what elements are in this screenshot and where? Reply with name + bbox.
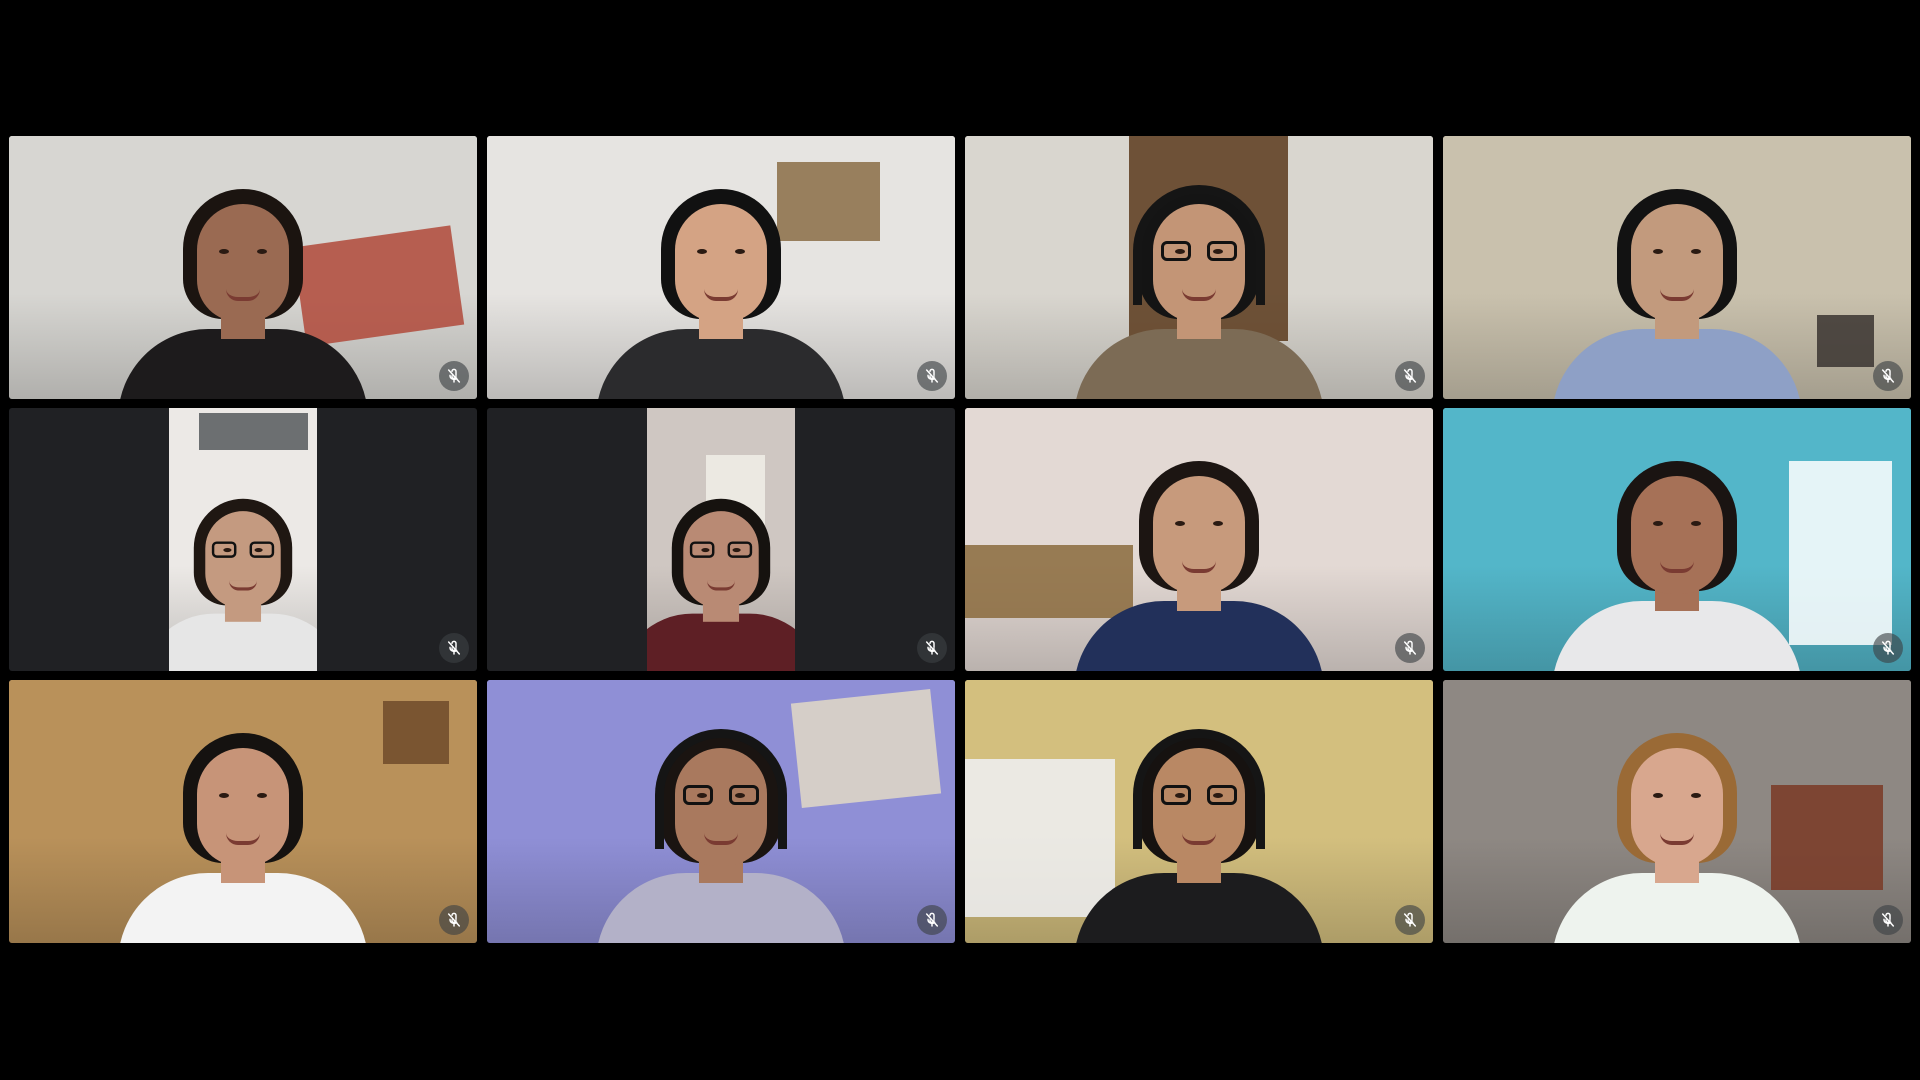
mic-off-icon [439,361,469,391]
glasses-icon [1161,785,1237,807]
participant-shirt [118,873,368,943]
mic-off-icon [1395,633,1425,663]
participant-face [1631,748,1723,866]
room-decor [1817,314,1874,368]
participant-video [169,408,317,671]
mic-off-icon [1873,633,1903,663]
participant-tile[interactable] [1443,408,1911,671]
participant-eyes [691,249,751,255]
glasses-icon [1161,241,1237,263]
participant-video [965,136,1433,399]
participant-shirt [118,329,368,399]
participant-shirt [1552,873,1802,943]
participant-eyes [1647,521,1707,527]
participant-figure [591,149,851,399]
participant-grid [9,136,1911,944]
participant-figure [1069,421,1329,671]
participant-tile[interactable] [9,680,477,943]
participant-figure [591,693,851,943]
participant-video [1443,408,1911,671]
participant-video [9,136,477,399]
participant-shirt [1552,601,1802,671]
participant-eyes [1169,521,1229,527]
participant-video [647,408,795,671]
participant-figure [1547,693,1807,943]
participant-figure [1069,149,1329,399]
participant-figure [647,466,795,671]
participant-shirt [1552,329,1802,399]
participant-shirt [1074,873,1324,943]
participant-video [1443,680,1911,943]
participant-video [487,136,955,399]
participant-shirt [1074,329,1324,399]
participant-shirt [596,873,846,943]
participant-tile[interactable] [1443,680,1911,943]
participant-shirt [647,613,795,671]
participant-tile[interactable] [9,408,477,671]
participant-face [197,748,289,866]
participant-figure [1069,693,1329,943]
participant-eyes [213,793,273,799]
participant-tile[interactable] [965,408,1433,671]
participant-tile[interactable] [487,408,955,671]
participant-video [965,408,1433,671]
participant-face [1631,204,1723,322]
mic-off-icon [1873,905,1903,935]
mic-off-icon [439,633,469,663]
participant-tile[interactable] [487,136,955,399]
participant-figure [113,693,373,943]
glasses-icon [689,541,753,559]
mic-off-icon [1395,905,1425,935]
participant-video [487,680,955,943]
participant-tile[interactable] [965,136,1433,399]
participant-figure [169,466,317,671]
participant-shirt [169,613,317,671]
participant-tile[interactable] [1443,136,1911,399]
participant-shirt [596,329,846,399]
participant-face [675,204,767,322]
mic-off-icon [1873,361,1903,391]
participant-face [1631,476,1723,594]
participant-video [9,680,477,943]
participant-eyes [1647,249,1707,255]
participant-video [1443,136,1911,399]
participant-face [197,204,289,322]
room-decor [198,413,309,451]
mic-off-icon [917,633,947,663]
glasses-icon [683,785,759,807]
participant-video [965,680,1433,943]
participant-shirt [1074,601,1324,671]
participant-eyes [1647,793,1707,799]
room-decor [383,701,449,765]
participant-figure [1547,149,1807,399]
participant-figure [113,149,373,399]
meeting-stage [0,0,1920,1080]
participant-tile[interactable] [487,680,955,943]
mic-off-icon [917,905,947,935]
mic-off-icon [917,361,947,391]
participant-tile[interactable] [9,136,477,399]
mic-off-icon [1395,361,1425,391]
participant-figure [1547,421,1807,671]
participant-face [1153,476,1245,594]
mic-off-icon [439,905,469,935]
participant-eyes [213,249,273,255]
glasses-icon [211,541,275,559]
participant-tile[interactable] [965,680,1433,943]
